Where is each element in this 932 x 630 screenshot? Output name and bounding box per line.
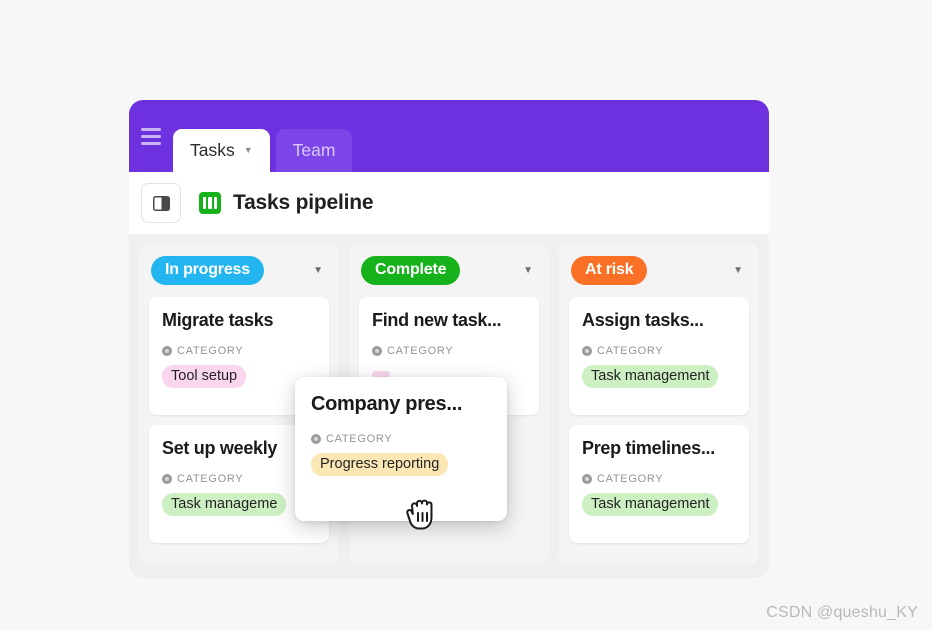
- sidebar-toggle-button[interactable]: [141, 183, 181, 223]
- hamburger-line: [141, 141, 161, 145]
- chevron-down-icon[interactable]: ▼: [313, 265, 327, 276]
- column-header: In progress ▼: [149, 256, 329, 285]
- hamburger-line: [141, 127, 161, 131]
- status-badge[interactable]: Complete: [361, 256, 461, 285]
- task-card-meta-label: CATEGORY: [597, 473, 664, 485]
- column-header: At risk ▼: [569, 256, 749, 285]
- page-title: Tasks pipeline: [233, 191, 374, 214]
- column-header: Complete ▼: [359, 256, 539, 285]
- category-icon: [582, 346, 592, 356]
- dragged-task-card[interactable]: Company pres... CATEGORY Progress report…: [295, 377, 507, 521]
- task-card-title: Assign tasks...: [582, 310, 704, 330]
- task-card-title: Prep timelines...: [582, 438, 715, 458]
- dragged-task-card-meta: CATEGORY: [311, 433, 491, 445]
- task-card[interactable]: Prep timelines... CATEGORY Task manageme…: [569, 425, 749, 543]
- category-icon: [162, 474, 172, 484]
- kanban-board-icon: [199, 192, 221, 214]
- hamburger-menu-icon[interactable]: [129, 100, 173, 172]
- task-card-title: Find new task...: [372, 310, 502, 330]
- chevron-down-icon[interactable]: ▼: [244, 146, 253, 155]
- app-title-bar: Tasks ▼ Team: [129, 100, 769, 172]
- task-card-meta-label: CATEGORY: [177, 345, 244, 357]
- sidebar-toggle-icon: [152, 195, 170, 211]
- tab-team[interactable]: Team: [275, 129, 353, 172]
- chevron-down-icon[interactable]: ▼: [733, 265, 747, 276]
- category-icon: [582, 474, 592, 484]
- task-card-title: Set up weekly: [162, 438, 278, 458]
- category-icon: [311, 434, 321, 444]
- tab-tasks[interactable]: Tasks ▼: [173, 129, 270, 172]
- dragged-task-card-title: Company pres...: [311, 393, 463, 415]
- task-card-meta-label: CATEGORY: [597, 345, 664, 357]
- category-icon: [162, 346, 172, 356]
- hamburger-line: [141, 134, 161, 138]
- task-card-title: Migrate tasks: [162, 310, 274, 330]
- task-card-tag[interactable]: Tool setup: [162, 365, 247, 388]
- watermark-text: CSDN @queshu_KY: [766, 604, 918, 621]
- tab-team-label: Team: [292, 140, 336, 160]
- task-card-meta: CATEGORY: [582, 473, 736, 485]
- board-toolbar: Tasks pipeline: [129, 172, 769, 234]
- task-card-meta: CATEGORY: [162, 345, 316, 357]
- task-card-tag[interactable]: Task management: [582, 365, 719, 388]
- status-badge[interactable]: At risk: [571, 256, 648, 285]
- tab-tasks-label: Tasks: [190, 140, 235, 160]
- task-card-meta-label: CATEGORY: [387, 345, 454, 357]
- task-card-meta: CATEGORY: [162, 473, 316, 485]
- task-card-meta: CATEGORY: [582, 345, 736, 357]
- task-card-tag[interactable]: Task management: [582, 493, 719, 516]
- chevron-down-icon[interactable]: ▼: [523, 265, 537, 276]
- board-column-at-risk: At risk ▼ Assign tasks... CATEGORY Task …: [559, 244, 759, 564]
- task-card-meta: CATEGORY: [372, 345, 526, 357]
- task-card-tag[interactable]: Task manageme: [162, 493, 287, 516]
- category-icon: [372, 346, 382, 356]
- task-card[interactable]: Assign tasks... CATEGORY Task management: [569, 297, 749, 415]
- dragged-task-card-tag[interactable]: Progress reporting: [311, 453, 449, 476]
- dragged-task-card-meta-label: CATEGORY: [326, 433, 393, 445]
- task-card-meta-label: CATEGORY: [177, 473, 244, 485]
- status-badge[interactable]: In progress: [151, 256, 264, 285]
